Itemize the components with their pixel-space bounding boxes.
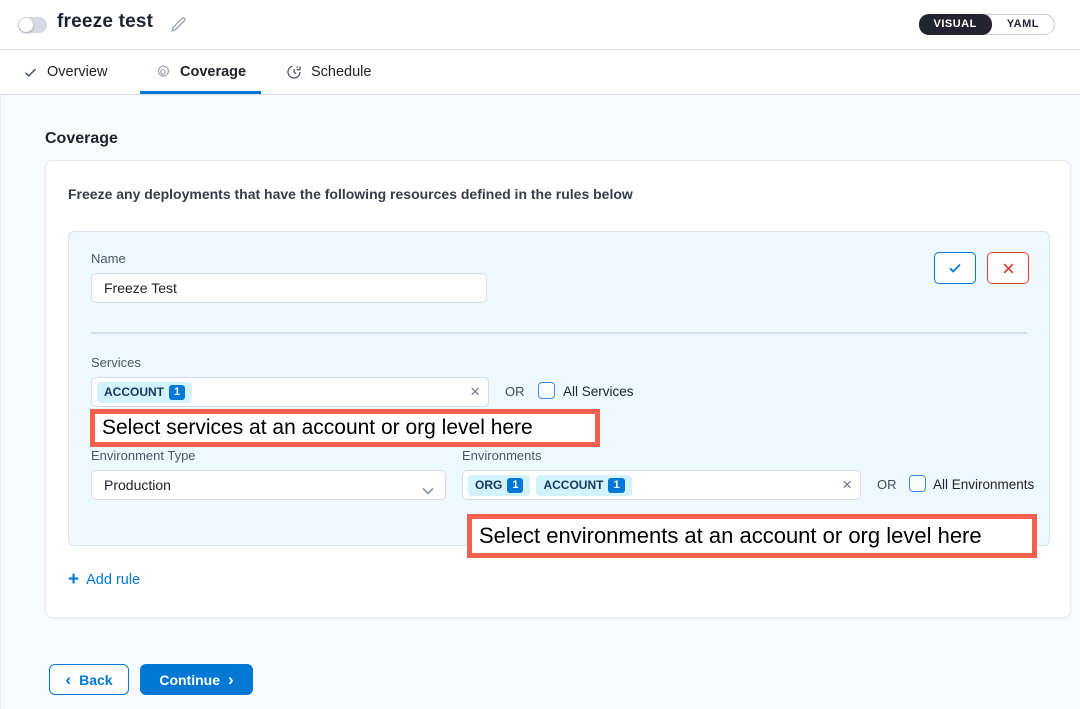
freeze-enabled-toggle[interactable] — [18, 17, 47, 33]
back-label: Back — [79, 672, 112, 688]
gear-icon — [155, 64, 171, 80]
environment-scope-chip-account[interactable]: ACCOUNT 1 — [536, 475, 631, 496]
toggle-knob — [19, 18, 33, 32]
rule-panel: Name Freeze Test Services ACCOUNT — [68, 231, 1050, 546]
top-bar: freeze test VISUAL YAML — [0, 0, 1080, 50]
check-icon — [23, 65, 38, 80]
instruction-text: Freeze any deployments that have the fol… — [68, 186, 633, 202]
clear-environments-icon[interactable]: × — [842, 474, 852, 496]
annotation-environments: Select environments at an account or org… — [467, 514, 1037, 558]
divider — [91, 332, 1027, 334]
name-value: Freeze Test — [104, 280, 177, 296]
environment-type-label: Environment Type — [91, 448, 196, 463]
tab-overview[interactable]: Overview — [8, 50, 122, 94]
or-label: OR — [505, 384, 525, 399]
chip-label: ACCOUNT — [543, 478, 603, 492]
services-input[interactable]: ACCOUNT 1 × — [91, 377, 489, 407]
chip-count-badge: 1 — [507, 478, 523, 493]
chip-label: ORG — [475, 478, 502, 492]
add-rule-button[interactable]: + Add rule — [68, 570, 140, 589]
page-title: freeze test — [57, 11, 153, 33]
name-input[interactable]: Freeze Test — [91, 273, 487, 303]
tab-coverage[interactable]: Coverage — [140, 50, 261, 94]
coverage-page: Coverage Freeze any deployments that hav… — [0, 95, 1080, 709]
add-rule-label: Add rule — [86, 572, 140, 588]
annotation-services: Select services at an account or org lev… — [90, 409, 600, 447]
tab-label: Coverage — [180, 64, 246, 80]
close-icon — [1001, 261, 1016, 276]
services-label: Services — [91, 355, 141, 370]
name-label: Name — [91, 251, 126, 266]
clear-services-icon[interactable]: × — [470, 381, 480, 403]
chip-count-badge: 1 — [608, 478, 624, 493]
confirm-rule-button[interactable] — [934, 252, 976, 284]
environment-type-select[interactable]: Production — [91, 470, 446, 500]
continue-label: Continue — [159, 672, 220, 688]
visual-yaml-switch: VISUAL YAML — [919, 14, 1056, 35]
coverage-card: Freeze any deployments that have the fol… — [45, 160, 1071, 618]
chevron-left-icon: ‹ — [65, 673, 71, 687]
chevron-right-icon: › — [228, 673, 234, 687]
chip-label: ACCOUNT — [104, 385, 164, 399]
chevron-down-icon — [422, 482, 434, 498]
environments-input[interactable]: ORG 1 ACCOUNT 1 × — [462, 470, 861, 500]
all-services-checkbox[interactable] — [538, 382, 555, 399]
environment-type-value: Production — [104, 477, 171, 493]
all-environments-checkbox[interactable] — [909, 475, 926, 492]
all-environments-label: All Environments — [933, 477, 1034, 492]
continue-button[interactable]: Continue › — [140, 664, 253, 695]
yaml-toggle-button[interactable]: YAML — [992, 15, 1054, 34]
edit-title-icon[interactable] — [169, 15, 188, 34]
delete-rule-button[interactable] — [987, 252, 1029, 284]
check-icon — [946, 260, 964, 276]
tab-bar: Overview Coverage Schedule — [0, 50, 1080, 95]
service-scope-chip[interactable]: ACCOUNT 1 — [97, 382, 192, 403]
schedule-icon — [286, 64, 302, 80]
visual-toggle-button[interactable]: VISUAL — [919, 14, 992, 35]
environments-label: Environments — [462, 448, 541, 463]
all-services-label: All Services — [563, 384, 634, 399]
plus-icon: + — [68, 570, 79, 589]
tab-schedule[interactable]: Schedule — [271, 50, 386, 94]
tab-label: Schedule — [311, 64, 371, 80]
back-button[interactable]: ‹ Back — [49, 664, 129, 695]
section-title: Coverage — [45, 130, 118, 148]
environment-scope-chip-org[interactable]: ORG 1 — [468, 475, 530, 496]
chip-count-badge: 1 — [169, 385, 185, 400]
or-label: OR — [877, 477, 897, 492]
freeze-studio-window: freeze test VISUAL YAML Overview Coverag… — [0, 0, 1080, 709]
tab-label: Overview — [47, 64, 107, 80]
